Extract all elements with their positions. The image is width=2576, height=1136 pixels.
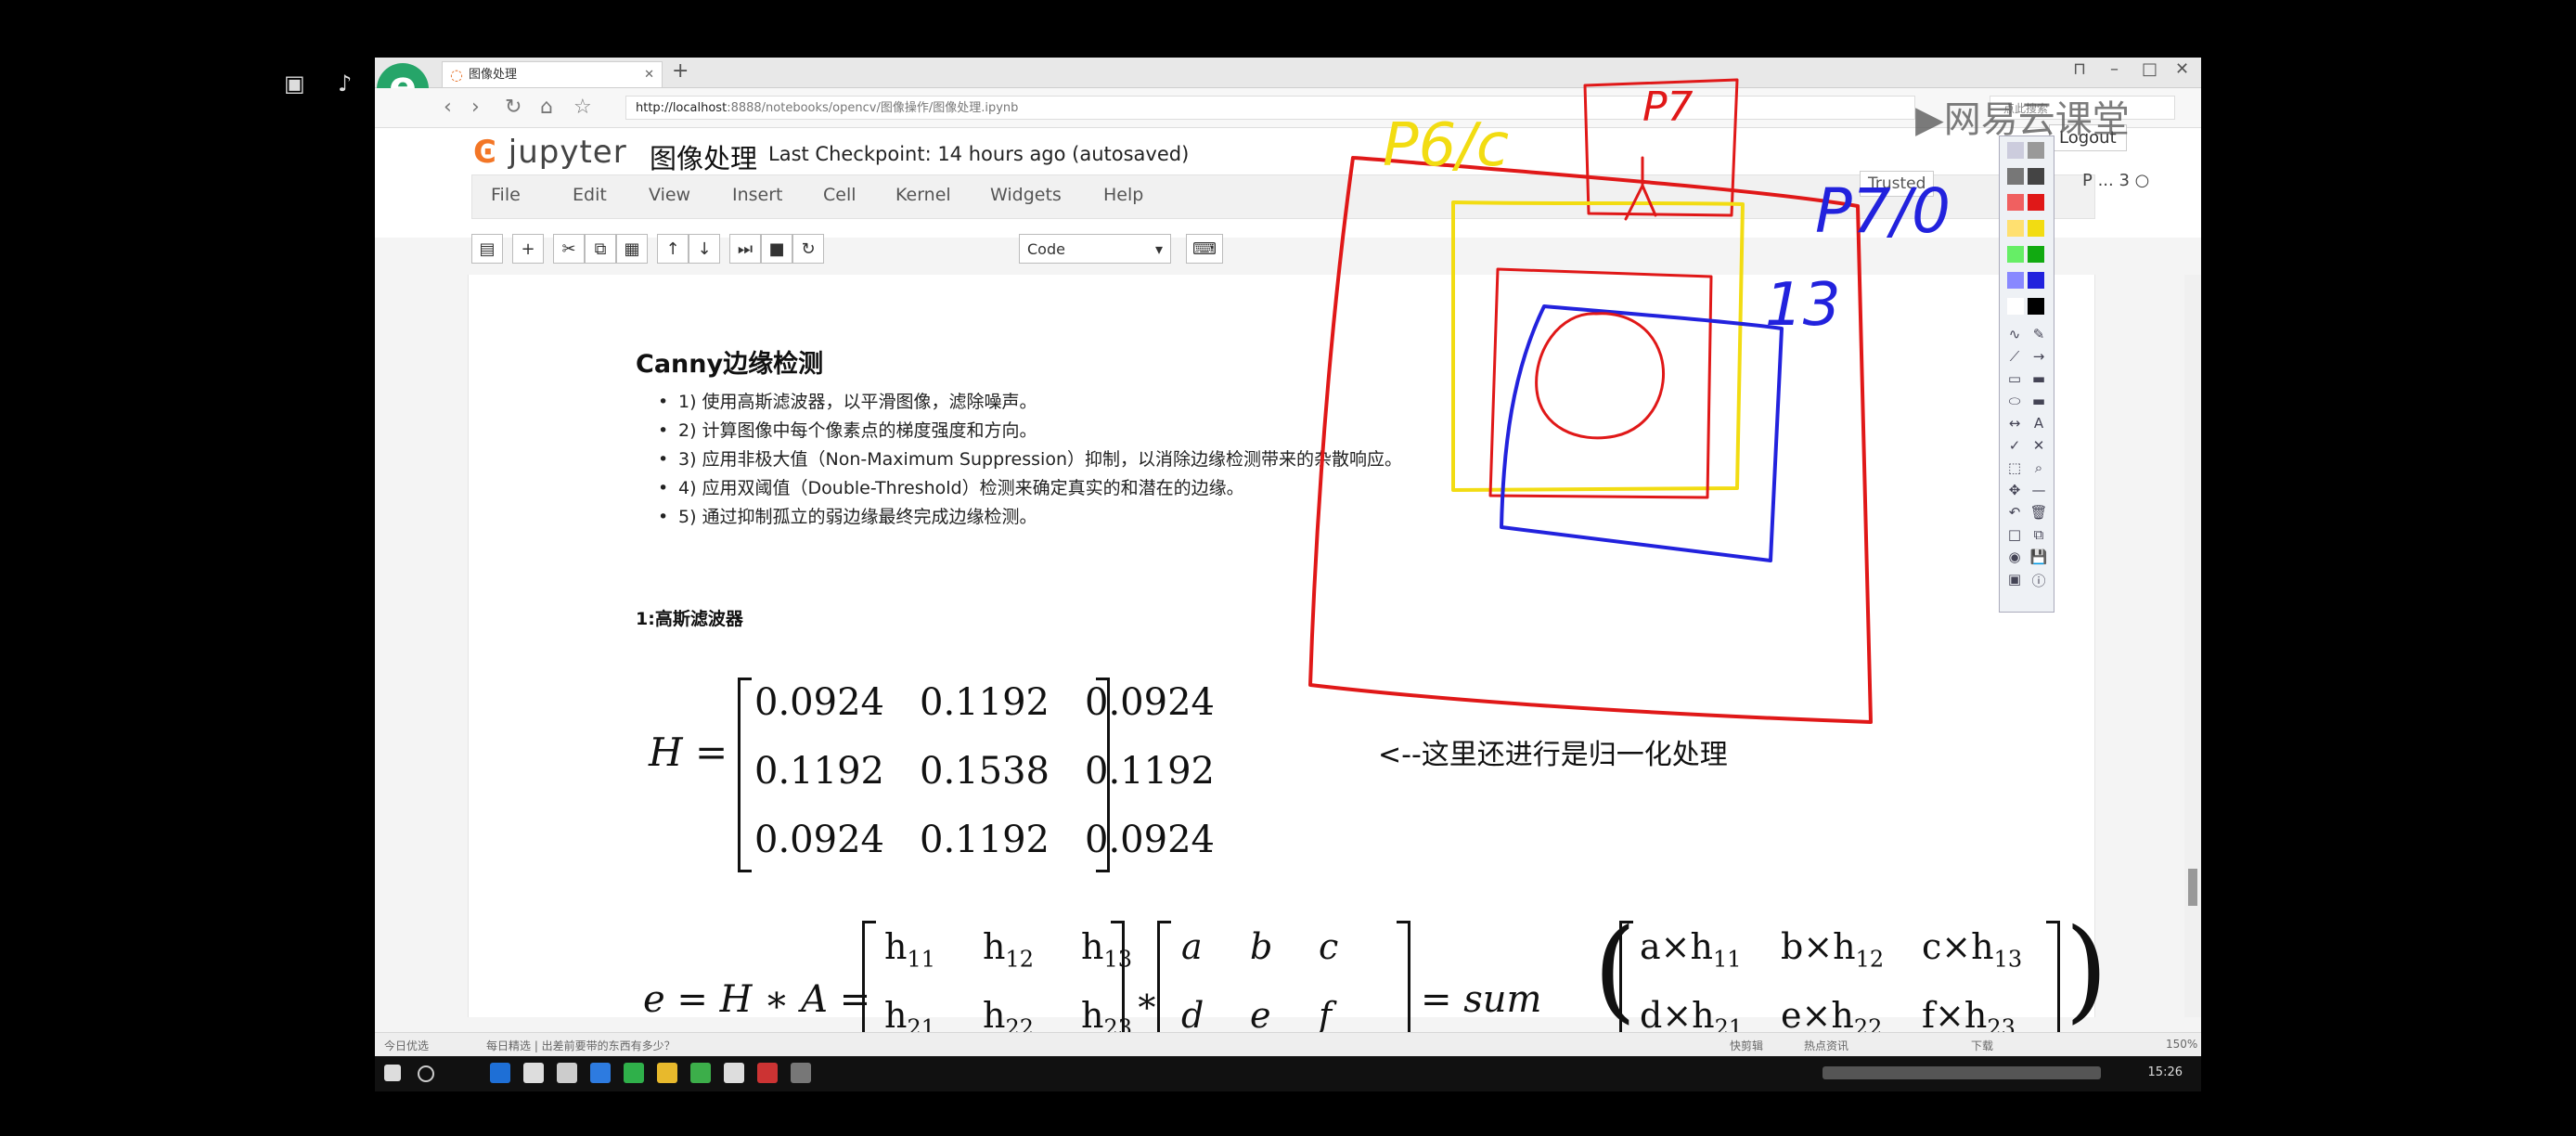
- ink-label-p3: P7/0: [1815, 175, 1951, 247]
- red-circle: [1535, 312, 1666, 440]
- red-inner-box: [1488, 267, 1713, 499]
- red-outer-box: [1308, 156, 1873, 724]
- ink-label-13: 13: [1765, 271, 1840, 340]
- ink-label-p2: P7: [1642, 84, 1694, 131]
- ink-overlay: P6/c P7 P7/0 13: [1308, 78, 1951, 724]
- red-arrow: [1624, 156, 1657, 221]
- ink-label-p1: P6/c: [1383, 111, 1509, 180]
- yellow-box: [1451, 200, 1745, 492]
